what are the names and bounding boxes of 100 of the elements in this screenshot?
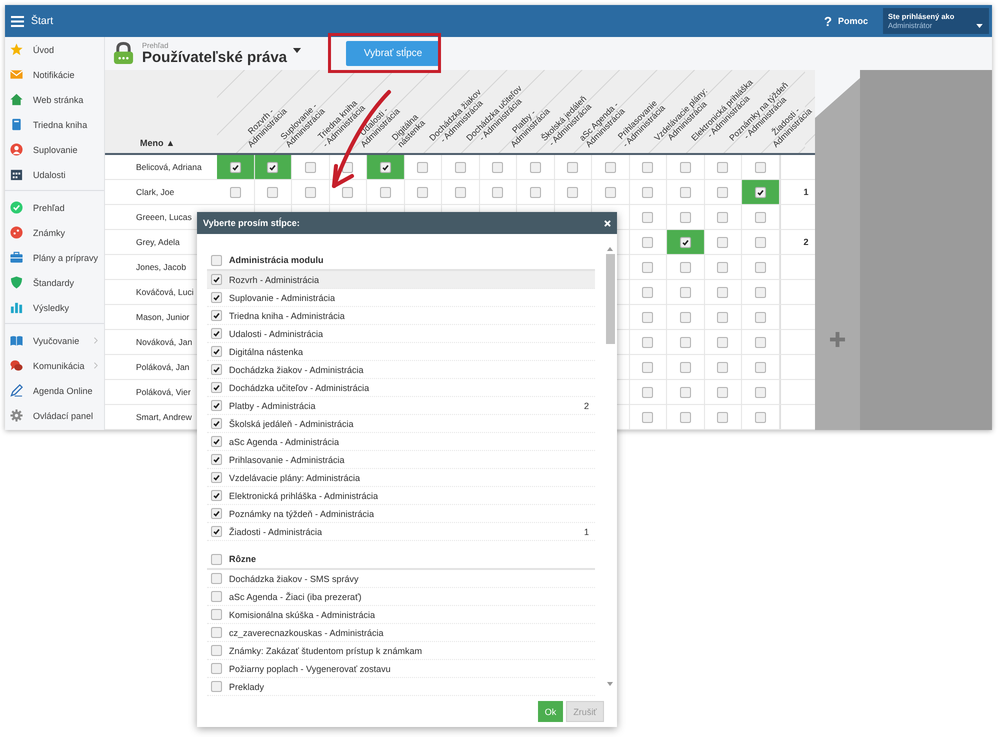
- checkbox[interactable]: [680, 412, 691, 422]
- close-icon[interactable]: [604, 220, 611, 226]
- checkbox[interactable]: [211, 526, 222, 537]
- checkbox[interactable]: [211, 663, 222, 674]
- checkbox[interactable]: [642, 412, 654, 422]
- checkbox[interactable]: [267, 162, 278, 172]
- checkbox[interactable]: [717, 386, 728, 398]
- checkbox[interactable]: [380, 186, 391, 198]
- sidebar-item[interactable]: Prehľad: [5, 195, 104, 220]
- checkbox[interactable]: [567, 186, 578, 198]
- checkbox[interactable]: [211, 328, 222, 339]
- column-option[interactable]: Preklady: [207, 678, 595, 696]
- checkbox[interactable]: [754, 312, 766, 322]
- checkbox[interactable]: [211, 573, 222, 584]
- column-option[interactable]: Požiarny poplach - Vygenerovať zostavu: [207, 660, 595, 678]
- checkbox[interactable]: [754, 286, 766, 298]
- column-option[interactable]: Prihlasovanie - Administrácia: [207, 451, 595, 469]
- checkbox[interactable]: [754, 236, 766, 248]
- checkbox[interactable]: [211, 418, 222, 429]
- checkbox[interactable]: [754, 336, 766, 348]
- checkbox[interactable]: [754, 186, 766, 198]
- checkbox[interactable]: [211, 310, 222, 321]
- help-link[interactable]: Pomoc: [838, 16, 868, 26]
- checkbox[interactable]: [211, 681, 222, 692]
- checkbox[interactable]: [642, 286, 654, 298]
- checkbox[interactable]: [211, 645, 222, 656]
- checkbox[interactable]: [211, 591, 222, 602]
- column-option[interactable]: Rozvrh - Administrácia: [207, 271, 595, 289]
- checkbox[interactable]: [454, 186, 466, 198]
- checkbox[interactable]: [211, 364, 222, 375]
- checkbox[interactable]: [530, 162, 541, 172]
- checkbox[interactable]: [211, 609, 222, 620]
- checkbox[interactable]: [417, 162, 428, 172]
- checkbox[interactable]: [717, 236, 728, 248]
- checkbox[interactable]: [211, 254, 222, 266]
- column-option[interactable]: aSc Agenda - Administrácia: [207, 433, 595, 451]
- sidebar-item[interactable]: Triedna kniha: [5, 112, 104, 137]
- column-option[interactable]: aSc Agenda - Žiaci (iba prezerať): [207, 588, 595, 606]
- checkbox[interactable]: [211, 436, 222, 447]
- column-header[interactable]: Meno ▲: [140, 138, 175, 148]
- checkbox[interactable]: [492, 186, 504, 198]
- checkbox[interactable]: [417, 186, 428, 198]
- checkbox[interactable]: [642, 312, 654, 322]
- checkbox[interactable]: [530, 186, 541, 198]
- checkbox[interactable]: [680, 386, 691, 398]
- checkbox[interactable]: [642, 162, 654, 172]
- checkbox[interactable]: [680, 262, 691, 272]
- checkbox[interactable]: [211, 554, 222, 564]
- checkbox[interactable]: [211, 454, 222, 465]
- column-option[interactable]: Dochádzka učiteľov - Administrácia: [207, 379, 595, 397]
- checkbox[interactable]: [680, 362, 691, 372]
- sidebar-item[interactable]: Suplovanie: [5, 137, 104, 162]
- checkbox[interactable]: [211, 382, 222, 393]
- sidebar-item[interactable]: Web stránka: [5, 87, 104, 112]
- sidebar-item[interactable]: Ovládací panel: [5, 403, 104, 428]
- caret-icon[interactable]: [293, 48, 302, 53]
- checkbox[interactable]: [717, 362, 728, 372]
- column-option[interactable]: Školská jedáleň - Administrácia: [207, 415, 595, 433]
- column-option[interactable]: Triedna kniha - Administrácia: [207, 307, 595, 325]
- checkbox[interactable]: [717, 186, 728, 198]
- checkbox[interactable]: [717, 162, 728, 172]
- add-icon[interactable]: [830, 332, 845, 347]
- checkbox[interactable]: [680, 336, 691, 348]
- checkbox[interactable]: [342, 186, 354, 198]
- checkbox[interactable]: [567, 162, 578, 172]
- checkbox[interactable]: [717, 336, 728, 348]
- checkbox[interactable]: [604, 162, 616, 172]
- sidebar-item[interactable]: Úvod: [5, 37, 104, 62]
- column-option[interactable]: Platby - Administrácia 2: [207, 397, 595, 415]
- checkbox[interactable]: [211, 292, 222, 303]
- sidebar-item[interactable]: Plány a prípravy: [5, 245, 104, 270]
- checkbox[interactable]: [642, 362, 654, 372]
- checkbox[interactable]: [604, 186, 616, 198]
- checkbox[interactable]: [754, 262, 766, 272]
- checkbox[interactable]: [754, 162, 766, 172]
- checkbox[interactable]: [211, 346, 222, 357]
- checkbox[interactable]: [211, 627, 222, 638]
- checkbox[interactable]: [680, 162, 691, 172]
- checkbox[interactable]: [717, 312, 728, 322]
- column-option[interactable]: Digitálna nástenka: [207, 343, 595, 361]
- help-icon[interactable]: ?: [824, 14, 832, 28]
- checkbox[interactable]: [754, 386, 766, 398]
- checkbox[interactable]: [717, 286, 728, 298]
- checkbox[interactable]: [304, 162, 316, 172]
- column-option[interactable]: Známky: Zakázať študentom prístup k známkam: [207, 642, 595, 660]
- checkbox[interactable]: [267, 186, 278, 198]
- checkbox[interactable]: [492, 162, 504, 172]
- checkbox[interactable]: [454, 162, 466, 172]
- checkbox[interactable]: [642, 236, 654, 248]
- checkbox[interactable]: [754, 212, 766, 222]
- checkbox[interactable]: [642, 386, 654, 398]
- column-option[interactable]: Dochádzka žiakov - SMS správy: [207, 570, 595, 588]
- column-option[interactable]: Udalosti - Administrácia: [207, 325, 595, 343]
- checkbox[interactable]: [680, 186, 691, 198]
- checkbox[interactable]: [717, 412, 728, 422]
- column-option[interactable]: Vzdelávacie plány: Administrácia: [207, 469, 595, 487]
- checkbox[interactable]: [680, 236, 691, 248]
- column-option[interactable]: cz_zaverecnazkouskas - Administrácia: [207, 624, 595, 642]
- column-option[interactable]: Komisionálna skúška - Administrácia: [207, 606, 595, 624]
- checkbox[interactable]: [211, 490, 222, 501]
